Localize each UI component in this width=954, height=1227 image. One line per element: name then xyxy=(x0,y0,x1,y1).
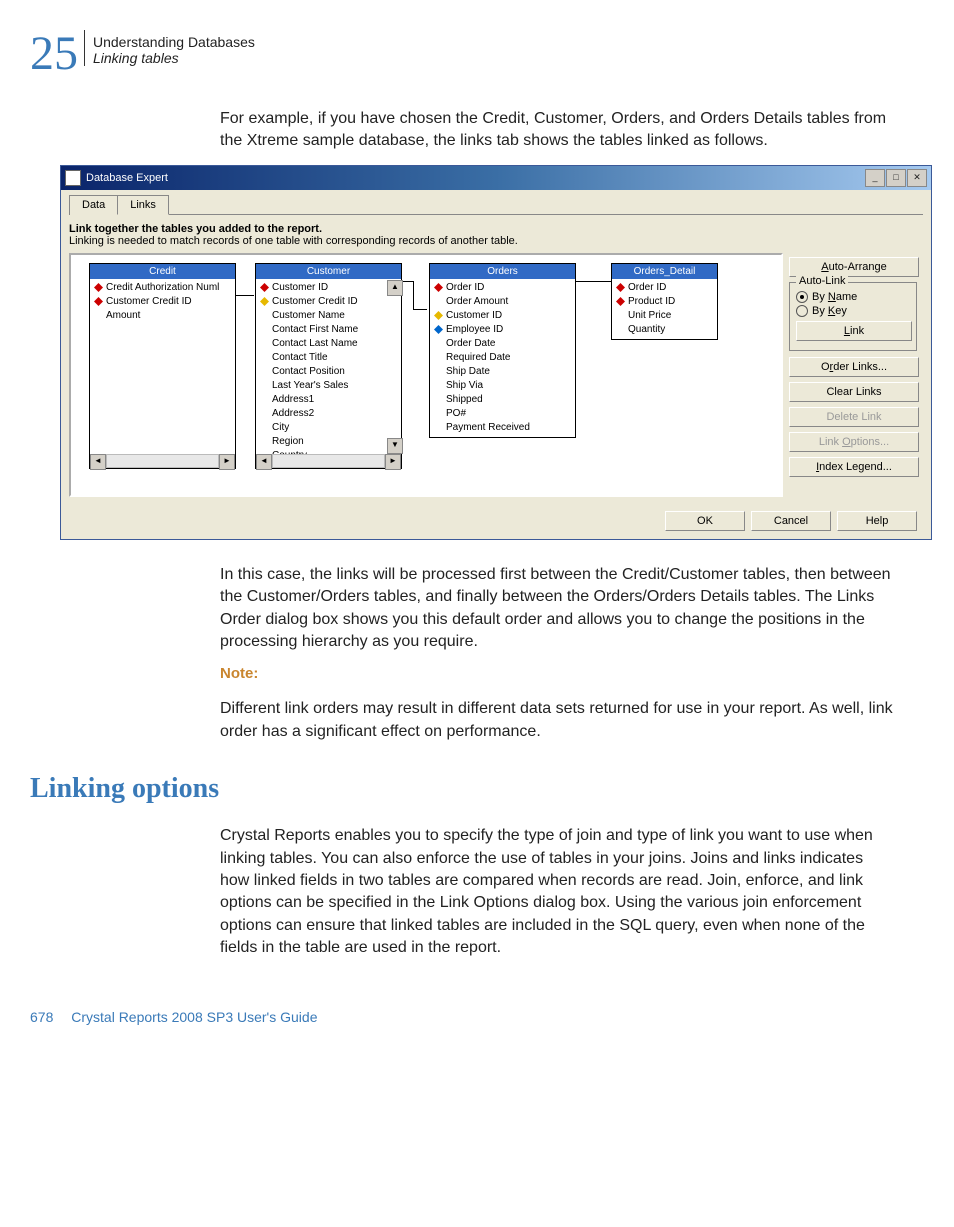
index-icon xyxy=(260,297,269,306)
radio-by-name[interactable]: By Name xyxy=(796,291,910,303)
close-button[interactable]: ✕ xyxy=(907,169,927,187)
footer-page-number: 678 xyxy=(30,1009,53,1025)
tab-links[interactable]: Links xyxy=(117,195,169,215)
delete-link-button[interactable]: Delete Link xyxy=(789,407,919,427)
field-row[interactable]: Employee ID xyxy=(430,323,575,337)
link-canvas[interactable]: Credit Credit Authorization Numl Custome… xyxy=(69,253,783,497)
scroll-right-icon[interactable]: ► xyxy=(219,454,235,470)
field-row[interactable]: City xyxy=(256,421,401,435)
field-row[interactable]: Amount xyxy=(90,309,235,323)
window-controls: _ □ ✕ xyxy=(864,169,927,187)
index-legend-button[interactable]: Index Legend... xyxy=(789,457,919,477)
tab-data[interactable]: Data xyxy=(69,195,118,215)
section-heading-linking-options: Linking options xyxy=(30,773,894,805)
paragraph-4: Crystal Reports enables you to specify t… xyxy=(220,825,894,959)
index-icon xyxy=(94,297,103,306)
maximize-button[interactable]: □ xyxy=(886,169,906,187)
field-row[interactable]: Contact First Name xyxy=(256,323,401,337)
scroll-left-icon[interactable]: ◄ xyxy=(256,454,272,470)
table-orders[interactable]: Orders Order ID Order Amount Customer ID… xyxy=(429,263,576,438)
field-row[interactable]: Credit Authorization Numl xyxy=(90,281,235,295)
field-row[interactable]: Customer Credit ID xyxy=(90,295,235,309)
field-row[interactable]: Unit Price xyxy=(612,309,717,323)
table-title-orders: Orders xyxy=(430,264,575,279)
field-row[interactable]: Required Date xyxy=(430,351,575,365)
field-row[interactable]: Quantity xyxy=(612,323,717,337)
field-row[interactable]: Order ID xyxy=(612,281,717,295)
dialog-bottom-buttons: OK Cancel Help xyxy=(69,511,923,531)
field-row[interactable]: Contact Last Name xyxy=(256,337,401,351)
index-icon xyxy=(94,283,103,292)
instruction-bold: Link together the tables you added to th… xyxy=(69,223,923,235)
field-row[interactable]: Contact Title xyxy=(256,351,401,365)
table-credit[interactable]: Credit Credit Authorization Numl Custome… xyxy=(89,263,236,469)
paragraph-2: In this case, the links will be processe… xyxy=(220,564,894,654)
paragraph-1: For example, if you have chosen the Cred… xyxy=(220,108,894,153)
index-icon xyxy=(434,283,443,292)
field-row[interactable]: Address1 xyxy=(256,393,401,407)
paragraph-3: Different link orders may result in diff… xyxy=(220,698,894,743)
field-row[interactable]: Contact Position xyxy=(256,365,401,379)
field-row[interactable]: Order Date xyxy=(430,337,575,351)
minimize-button[interactable]: _ xyxy=(865,169,885,187)
radio-icon xyxy=(796,291,808,303)
tab-bar: Data Links xyxy=(69,194,923,215)
note-label: Note: xyxy=(220,665,894,682)
cancel-button[interactable]: Cancel xyxy=(751,511,831,531)
page-footer: 678 Crystal Reports 2008 SP3 User's Guid… xyxy=(30,1009,894,1025)
field-row[interactable]: Shipped xyxy=(430,393,575,407)
footer-doc-title: Crystal Reports 2008 SP3 User's Guide xyxy=(71,1009,317,1025)
field-row[interactable]: Customer Credit ID xyxy=(256,295,401,309)
scroll-left-icon[interactable]: ◄ xyxy=(90,454,106,470)
field-row[interactable]: Region xyxy=(256,435,401,449)
table-title-credit: Credit xyxy=(90,264,235,279)
field-row[interactable]: Payment Received xyxy=(430,421,575,435)
auto-arrange-button[interactable]: Auto-Arrange xyxy=(789,257,919,277)
index-icon xyxy=(260,283,269,292)
help-button[interactable]: Help xyxy=(837,511,917,531)
field-row[interactable]: Product ID xyxy=(612,295,717,309)
field-row[interactable]: Last Year's Sales xyxy=(256,379,401,393)
field-row[interactable]: Customer ID xyxy=(430,309,575,323)
field-row[interactable]: Customer Name xyxy=(256,309,401,323)
scroll-up-icon[interactable]: ▲ xyxy=(387,280,403,296)
page-header: 25 Understanding Databases Linking table… xyxy=(30,30,894,78)
autolink-label: Auto-Link xyxy=(796,275,848,287)
field-row[interactable]: Order ID xyxy=(430,281,575,295)
ok-button[interactable]: OK xyxy=(665,511,745,531)
table-title-customer: Customer xyxy=(256,264,401,279)
order-links-button[interactable]: Order Links... xyxy=(789,357,919,377)
instruction-sub: Linking is needed to match records of on… xyxy=(69,235,923,247)
field-row[interactable]: PO# xyxy=(430,407,575,421)
chapter-number: 25 xyxy=(30,30,78,78)
field-row[interactable]: Order Amount xyxy=(430,295,575,309)
index-icon xyxy=(434,325,443,334)
field-row[interactable]: Customer ID xyxy=(256,281,401,295)
header-text: Understanding Databases Linking tables xyxy=(84,30,255,66)
index-icon xyxy=(434,311,443,320)
database-expert-dialog: Database Expert _ □ ✕ Data Links Link to… xyxy=(60,165,932,540)
dialog-titlebar: Database Expert _ □ ✕ xyxy=(61,166,931,190)
field-row[interactable]: Address2 xyxy=(256,407,401,421)
link-button[interactable]: Link xyxy=(796,321,912,341)
table-customer[interactable]: Customer Customer ID Customer Credit ID … xyxy=(255,263,402,469)
dialog-icon xyxy=(65,170,81,186)
table-orders-detail[interactable]: Orders_Detail Order ID Product ID Unit P… xyxy=(611,263,718,340)
side-panel: Auto-Arrange Auto-Link By Name By Key Li… xyxy=(783,253,923,497)
index-icon xyxy=(616,297,625,306)
scroll-down-icon[interactable]: ▼ xyxy=(387,438,403,454)
field-row[interactable]: Ship Date xyxy=(430,365,575,379)
autolink-groupbox: Auto-Link By Name By Key Link xyxy=(789,282,917,351)
link-options-button[interactable]: Link Options... xyxy=(789,432,919,452)
section-subtitle: Linking tables xyxy=(93,50,255,66)
chapter-title: Understanding Databases xyxy=(93,34,255,50)
radio-icon xyxy=(796,305,808,317)
table-title-orders-detail: Orders_Detail xyxy=(612,264,717,279)
field-row[interactable]: Ship Via xyxy=(430,379,575,393)
index-icon xyxy=(616,283,625,292)
scroll-right-icon[interactable]: ► xyxy=(385,454,401,470)
dialog-title: Database Expert xyxy=(86,172,168,184)
radio-by-key[interactable]: By Key xyxy=(796,305,910,317)
clear-links-button[interactable]: Clear Links xyxy=(789,382,919,402)
